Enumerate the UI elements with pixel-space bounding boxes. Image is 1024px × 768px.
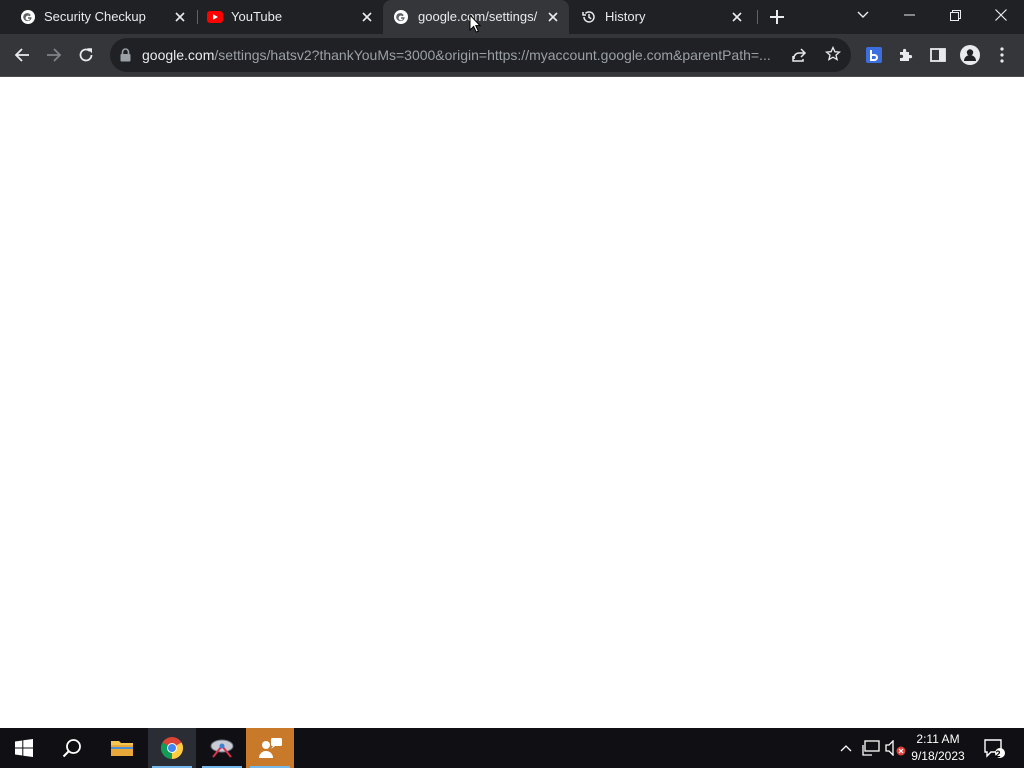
taskbar: 2:11 AM 9/18/2023 2: [0, 728, 1024, 768]
url-host: google.com: [142, 47, 215, 63]
history-icon: [581, 9, 597, 25]
close-window-button[interactable]: [979, 0, 1023, 30]
tab-strip: Security Checkup YouTube google.com/sett…: [0, 0, 1024, 34]
tab-close-icon[interactable]: [545, 9, 561, 25]
puzzle-icon: [900, 48, 913, 61]
plus-icon: [770, 10, 784, 24]
profile-button[interactable]: [954, 39, 986, 71]
chevron-up-icon: [840, 745, 852, 752]
chrome-taskbar-button[interactable]: [148, 728, 196, 768]
google-g-icon: [20, 9, 36, 25]
arrow-left-icon: [14, 48, 29, 62]
address-bar[interactable]: google.com/settings/hatsv2?thankYouMs=30…: [110, 38, 851, 72]
reload-icon: [79, 48, 93, 62]
url-text: google.com/settings/hatsv2?thankYouMs=30…: [142, 47, 782, 63]
menu-button[interactable]: [986, 39, 1018, 71]
tab-title: Security Checkup: [44, 9, 146, 24]
chrome-icon: [161, 737, 183, 759]
search-icon: [62, 739, 81, 758]
minimize-icon: [903, 14, 915, 16]
tab-close-icon[interactable]: [172, 9, 188, 25]
tab-close-icon[interactable]: [729, 9, 745, 25]
show-hidden-icons-button[interactable]: [836, 728, 856, 768]
close-icon: [995, 9, 1007, 21]
tab-youtube[interactable]: YouTube: [195, 0, 385, 34]
url-path: /settings/hatsv2?thankYouMs=3000&origin=…: [214, 47, 771, 63]
google-g-icon: [393, 9, 409, 25]
tab-title: YouTube: [231, 9, 283, 24]
lock-icon: [120, 48, 131, 67]
search-button[interactable]: [48, 728, 96, 768]
share-icon[interactable]: [791, 47, 807, 68]
start-button[interactable]: [0, 728, 48, 768]
forward-button[interactable]: [38, 39, 70, 71]
chat-people-icon: [259, 738, 282, 758]
folder-icon: [111, 741, 133, 756]
back-button[interactable]: [6, 39, 38, 71]
clock-time: 2:11 AM: [916, 732, 960, 746]
clock-date: 9/18/2023: [911, 749, 965, 763]
tab-title: History: [605, 9, 646, 24]
snipping-tool-button[interactable]: [198, 728, 246, 768]
kebab-menu-icon: [1000, 47, 1004, 63]
tab-search-button[interactable]: [841, 0, 885, 30]
notification-count: 2: [995, 749, 1001, 759]
tab-security-checkup[interactable]: Security Checkup: [8, 0, 198, 34]
taskbar-clock[interactable]: 2:11 AM 9/18/2023: [900, 731, 976, 765]
browser-toolbar: google.com/settings/hatsv2?thankYouMs=30…: [0, 34, 1024, 77]
tab-history[interactable]: History: [569, 0, 755, 34]
chevron-down-icon: [857, 11, 869, 18]
mouse-cursor-icon: [469, 13, 482, 38]
action-center-button[interactable]: 2: [980, 728, 1008, 768]
extension-b-icon: [866, 47, 882, 63]
page-content: [0, 77, 1024, 728]
new-tab-button[interactable]: [761, 2, 793, 32]
windows-logo-icon: [15, 739, 33, 757]
avatar-icon: [960, 45, 980, 65]
file-explorer-button[interactable]: [98, 728, 146, 768]
network-icon: [862, 740, 880, 756]
extension-b-button[interactable]: [858, 39, 890, 71]
support-app-button[interactable]: [246, 728, 294, 768]
youtube-icon: [207, 9, 223, 25]
network-button[interactable]: [860, 728, 882, 768]
arrow-right-icon: [47, 48, 62, 62]
side-panel-button[interactable]: [922, 39, 954, 71]
side-panel-icon: [930, 48, 946, 62]
extensions-button[interactable]: [890, 39, 922, 71]
snipping-tool-icon: [210, 739, 234, 758]
bookmark-star-icon[interactable]: [824, 45, 842, 67]
restore-icon: [949, 9, 961, 21]
reload-button[interactable]: [70, 39, 102, 71]
tab-close-icon[interactable]: [359, 9, 375, 25]
tab-separator: [757, 10, 758, 24]
restore-button[interactable]: [933, 0, 977, 30]
minimize-button[interactable]: [887, 0, 931, 30]
